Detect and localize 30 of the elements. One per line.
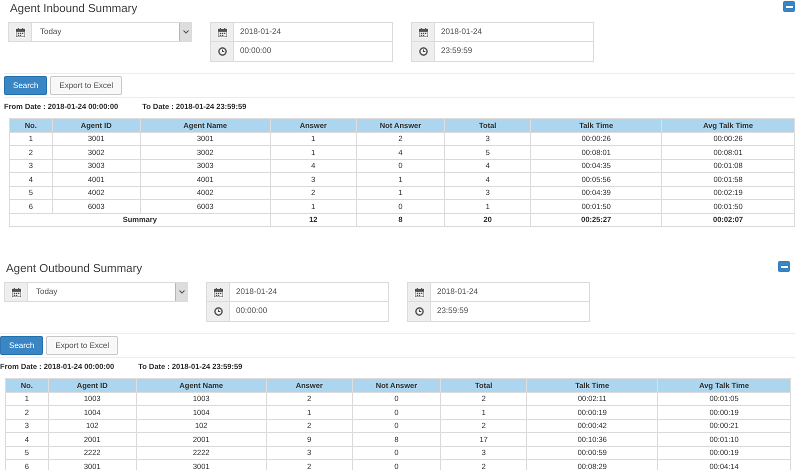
from-time-field[interactable]: 00:00:00	[206, 302, 389, 322]
clock-icon	[218, 47, 226, 56]
export-button[interactable]: Export to Excel	[50, 76, 122, 95]
to-time-field[interactable]: 23:59:59	[411, 42, 594, 62]
calendar-icon	[16, 28, 24, 36]
clock-icon	[214, 307, 222, 316]
collapse-button[interactable]	[783, 1, 795, 12]
to-time-field[interactable]: 23:59:59	[407, 302, 590, 322]
clock-icon	[418, 47, 428, 56]
period-select[interactable]: Today	[8, 22, 192, 42]
section-title: Agent Inbound Summary	[9, 2, 138, 17]
from-date-field[interactable]: 2018-01-24	[206, 282, 389, 302]
calendar-icon	[218, 28, 226, 36]
period-select[interactable]: Today	[4, 282, 188, 302]
to-date-field[interactable]: 2018-01-24	[411, 22, 594, 42]
section-title: Agent Outbound Summary	[5, 262, 142, 277]
calendar-icon	[418, 28, 428, 36]
from-date-field[interactable]: 2018-01-24	[210, 22, 393, 42]
clock-icon	[414, 307, 424, 316]
caret-icon	[182, 30, 188, 34]
export-button[interactable]: Export to Excel	[46, 336, 118, 355]
calendar-icon	[414, 288, 424, 296]
search-button[interactable]: Search	[4, 76, 48, 95]
to-date-field[interactable]: 2018-01-24	[407, 282, 590, 302]
calendar-icon	[214, 288, 222, 296]
caret-icon	[178, 290, 184, 294]
search-button[interactable]: Search	[0, 336, 44, 355]
from-time-field[interactable]: 00:00:00	[210, 42, 393, 62]
calendar-icon	[12, 288, 20, 296]
collapse-button[interactable]	[778, 261, 790, 272]
